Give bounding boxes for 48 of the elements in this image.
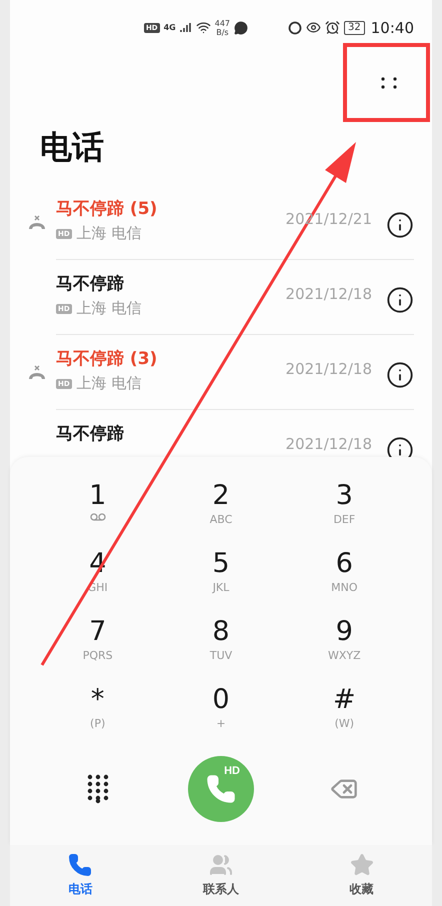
call-date: 2021/12/18 [286,435,372,453]
voicemail-icon [90,513,106,521]
speed-unit: B/s [216,28,229,36]
data-saver-icon [288,20,302,34]
star-icon [350,853,374,877]
dial-key[interactable]: 3 DEF [282,481,406,549]
tab[interactable]: 电话 [10,845,151,906]
network-speed: 447 [214,18,230,28]
tab[interactable]: 收藏 [291,845,432,906]
dial-key[interactable]: 5 JKL [159,549,283,617]
contact-name[interactable]: 马不停蹄 [56,272,286,295]
chat-icon [234,20,248,34]
dial-key[interactable]: 6 MNO [282,549,406,617]
call-location: 上海 电信 [76,299,142,318]
contact-name[interactable]: 马不停蹄 (3) [56,347,286,370]
dial-key[interactable]: 2 ABC [159,481,283,549]
info-icon[interactable] [386,436,414,457]
missed-call-icon [28,364,46,380]
call-date: 2021/12/18 [286,285,372,303]
info-icon[interactable] [386,211,414,239]
dial-key[interactable]: 8 TUV [159,617,283,685]
missed-call-icon [28,214,46,230]
dial-key[interactable]: # (W) [282,685,406,753]
wifi-icon [196,20,211,35]
call-location: 上海 电信 [76,374,142,393]
network-type: 4G [164,23,176,32]
info-icon[interactable] [386,361,414,389]
phone-icon [68,853,92,877]
phone-icon [206,774,236,804]
tab[interactable]: 联系人 [150,845,292,906]
alarm-icon [325,20,340,35]
contact-name[interactable]: 马不停蹄 [56,422,286,445]
contact-name[interactable]: 马不停蹄 (5) [56,197,286,220]
signal-icon [180,22,192,33]
info-icon[interactable] [386,286,414,314]
dial-key[interactable]: 9 WXYZ [282,617,406,685]
page-title: 电话 [39,126,105,168]
battery-level: 32 [344,20,365,34]
dial-key[interactable]: 0 + [159,685,283,753]
contacts-icon [208,853,233,877]
clock-time: 10:40 [370,18,414,36]
eye-icon [306,20,322,35]
dial-key[interactable]: 7 PQRS [36,617,160,685]
call-location: 上海 电信 [76,224,142,243]
dialpad-icon [86,774,109,804]
call-date: 2021/12/18 [286,360,372,378]
dial-key[interactable]: * (P) [36,685,160,753]
dial-key[interactable]: 1 [36,481,160,549]
